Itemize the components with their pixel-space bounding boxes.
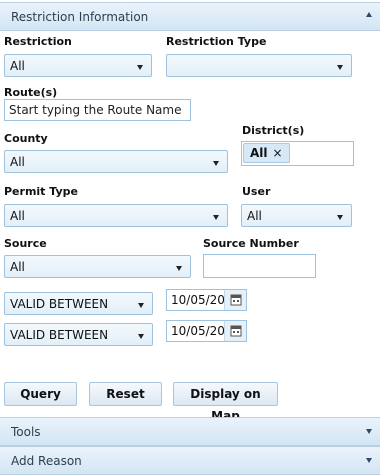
remove-icon[interactable]: × (273, 146, 283, 160)
user-label: User (242, 185, 271, 198)
county-label: County (4, 132, 48, 145)
source-select[interactable]: All (4, 255, 191, 278)
chevron-down-icon (138, 334, 144, 339)
restriction-type-label: Restriction Type (166, 35, 267, 48)
restriction-value: All (10, 59, 25, 73)
display-on-map-button[interactable]: Display on Map (173, 382, 278, 423)
restriction-type-select[interactable] (166, 54, 352, 77)
permit-type-value: All (10, 209, 25, 223)
county-select[interactable]: All (4, 150, 228, 173)
reset-button[interactable]: Reset (89, 382, 162, 406)
add-reason-panel-header[interactable]: Add Reason (0, 446, 380, 475)
date-mode-select-1[interactable]: VALID BETWEEN (4, 292, 153, 315)
tools-panel-header[interactable]: Tools (0, 417, 380, 446)
restriction-select[interactable]: All (4, 54, 152, 77)
date-mode-value-2: VALID BETWEEN (10, 328, 109, 342)
permit-type-label: Permit Type (4, 185, 78, 198)
date-input-2[interactable]: 10/05/206 (166, 320, 247, 342)
permit-type-select[interactable]: All (4, 204, 228, 227)
expand-arrow-icon[interactable] (366, 458, 372, 463)
date-mode-select-2[interactable]: VALID BETWEEN (4, 323, 153, 346)
add-reason-panel-title: Add Reason (11, 454, 82, 468)
restriction-label: Restriction (4, 35, 72, 48)
restriction-info-title: Restriction Information (11, 10, 149, 24)
chevron-down-icon (213, 161, 219, 166)
restriction-info-header[interactable]: Restriction Information (0, 2, 380, 31)
chevron-down-icon (137, 65, 143, 70)
source-number-label: Source Number (203, 237, 299, 250)
calendar-icon[interactable] (224, 290, 246, 310)
districts-label: District(s) (242, 124, 305, 137)
chevron-down-icon (337, 215, 343, 220)
user-value: All (247, 209, 262, 223)
calendar-icon[interactable] (224, 321, 246, 341)
district-tag: All × (243, 143, 290, 163)
routes-input[interactable]: Start typing the Route Name (4, 99, 191, 121)
source-value: All (10, 260, 25, 274)
date-mode-value-1: VALID BETWEEN (10, 297, 109, 311)
source-number-input[interactable] (203, 254, 316, 278)
query-button[interactable]: Query (4, 382, 77, 406)
county-value: All (10, 155, 25, 169)
chevron-down-icon (213, 215, 219, 220)
source-label: Source (4, 237, 47, 250)
user-select[interactable]: All (241, 204, 352, 227)
collapse-arrow-icon[interactable] (366, 12, 372, 17)
chevron-down-icon (337, 65, 343, 70)
tools-panel-title: Tools (11, 425, 41, 439)
chevron-down-icon (138, 303, 144, 308)
district-tag-label: All (250, 146, 268, 160)
chevron-down-icon (176, 266, 182, 271)
date-input-1[interactable]: 10/05/201 (166, 289, 247, 311)
expand-arrow-icon[interactable] (366, 429, 372, 434)
routes-label: Route(s) (4, 86, 58, 99)
